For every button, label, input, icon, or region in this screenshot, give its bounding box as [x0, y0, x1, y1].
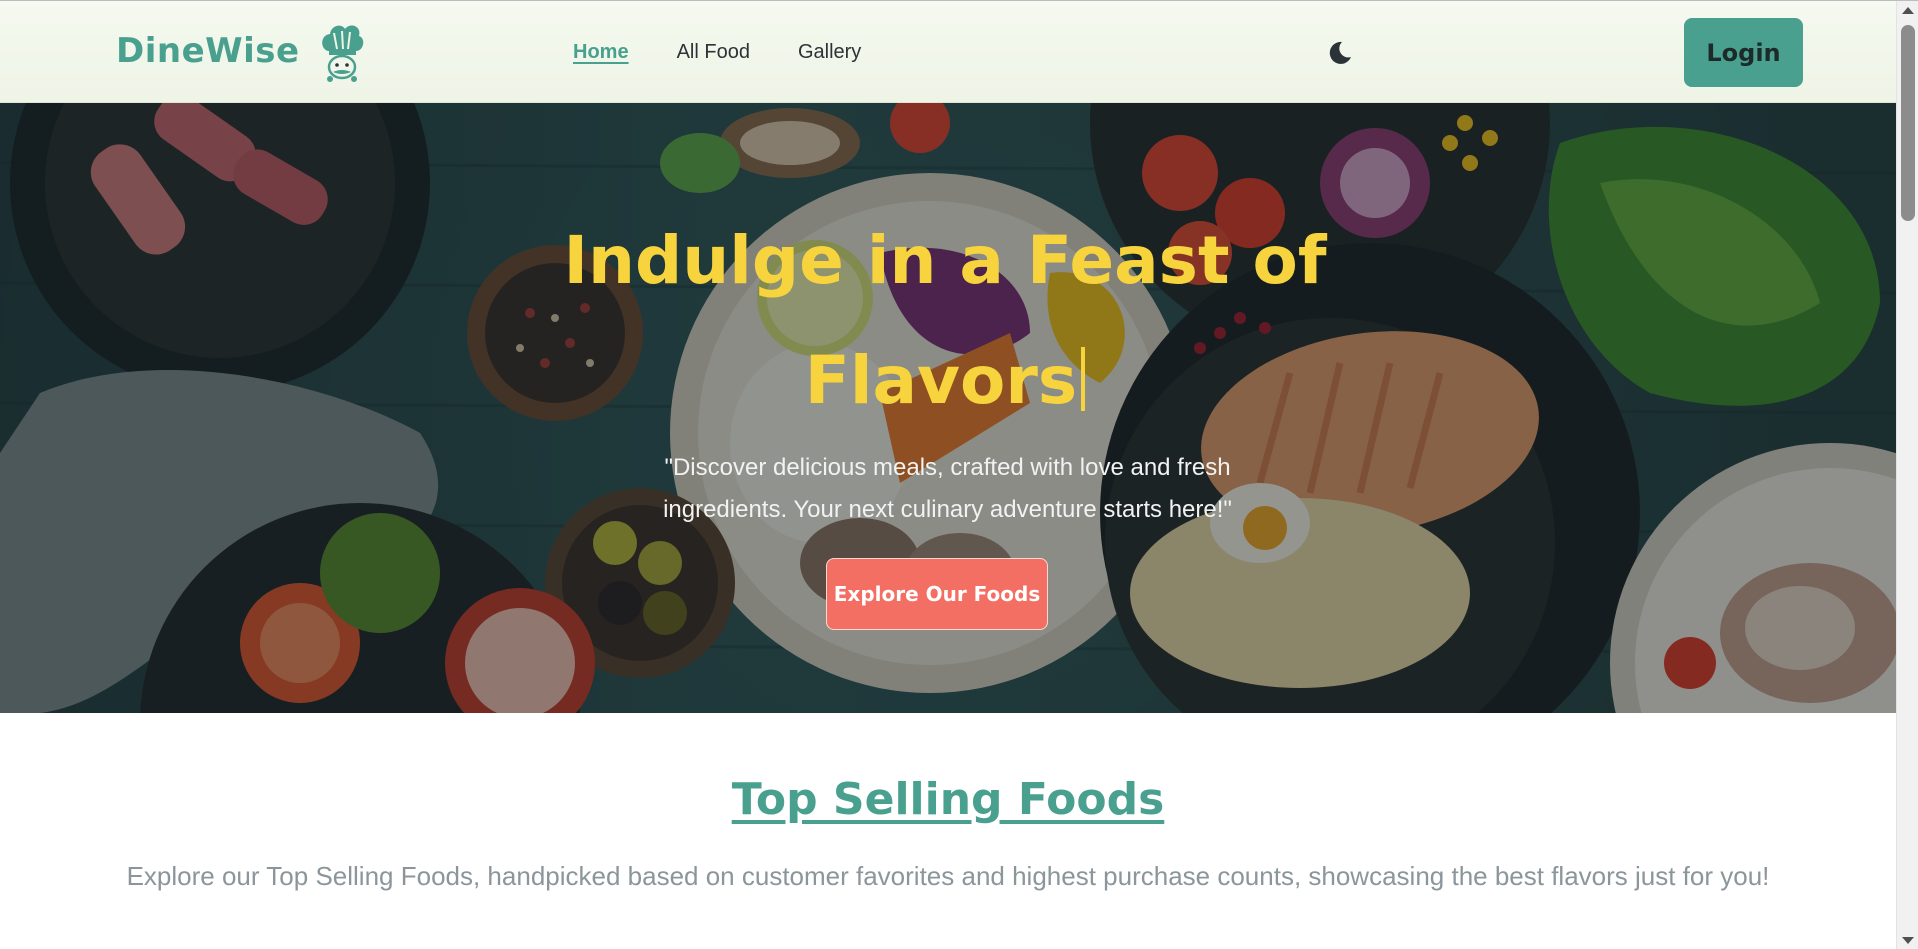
nav-links: Home All Food Gallery [573, 41, 861, 64]
scroll-thumb[interactable] [1901, 25, 1915, 221]
chef-hat-icon[interactable] [318, 21, 366, 85]
moon-icon[interactable] [1325, 39, 1353, 67]
typing-caret [1081, 347, 1086, 411]
hero-banner: Indulge in a Feast of Flavors "Discover … [0, 103, 1896, 713]
nav-link-all-food[interactable]: All Food [677, 41, 750, 64]
hero-subtitle: "Discover delicious meals, crafted with … [663, 454, 1232, 523]
nav-link-gallery[interactable]: Gallery [798, 41, 861, 64]
page-scrollbar[interactable] [1896, 1, 1918, 949]
top-selling-description: Explore our Top Selling Foods, handpicke… [126, 861, 1770, 891]
navbar: DineWise Home All Food Gallery Login [0, 1, 1896, 103]
explore-foods-button[interactable]: Explore Our Foods [826, 558, 1048, 630]
login-button[interactable]: Login [1684, 18, 1803, 87]
top-selling-title: Top Selling Foods [731, 774, 1165, 825]
nav-link-home[interactable]: Home [573, 41, 629, 64]
scroll-up-arrow-icon[interactable] [1902, 7, 1914, 14]
scroll-down-arrow-icon[interactable] [1902, 937, 1914, 944]
hero-title-text: Indulge in a Feast of Flavors [563, 222, 1327, 419]
page: DineWise Home All Food Gallery Login Ind… [0, 0, 1918, 949]
hero-title: Indulge in a Feast of Flavors [560, 201, 1330, 441]
brand-name[interactable]: DineWise [116, 31, 300, 71]
